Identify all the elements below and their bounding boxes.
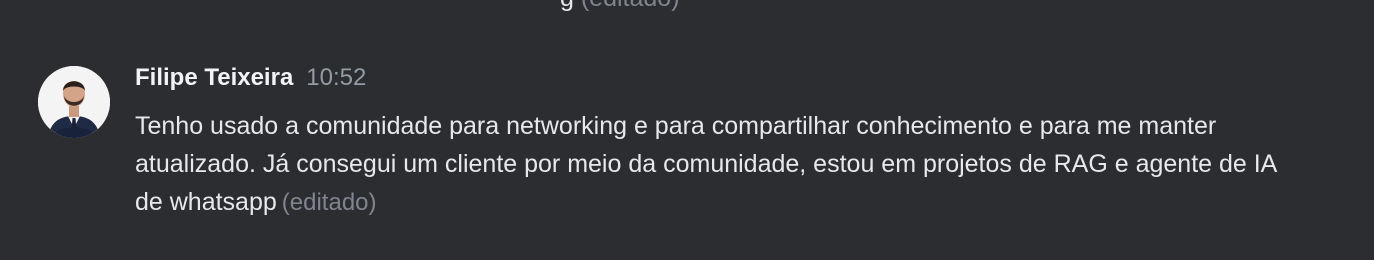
message-header: Filipe Teixeira 10:52 [135,64,1325,98]
previous-message-text: g [560,0,574,12]
message-body: Tenho usado a comunidade para networking… [135,107,1310,222]
message-timestamp[interactable]: 10:52 [306,64,366,92]
avatar[interactable] [38,66,110,138]
previous-message-edited-label: (editado) [581,0,680,12]
edited-label: (editado) [281,189,377,216]
user-avatar-photo-icon [38,66,110,138]
author-name[interactable]: Filipe Teixeira [135,64,293,92]
previous-message-fragment: g (editado) [560,0,680,18]
message-content: Filipe Teixeira 10:52 Tenho usado a comu… [135,64,1325,222]
